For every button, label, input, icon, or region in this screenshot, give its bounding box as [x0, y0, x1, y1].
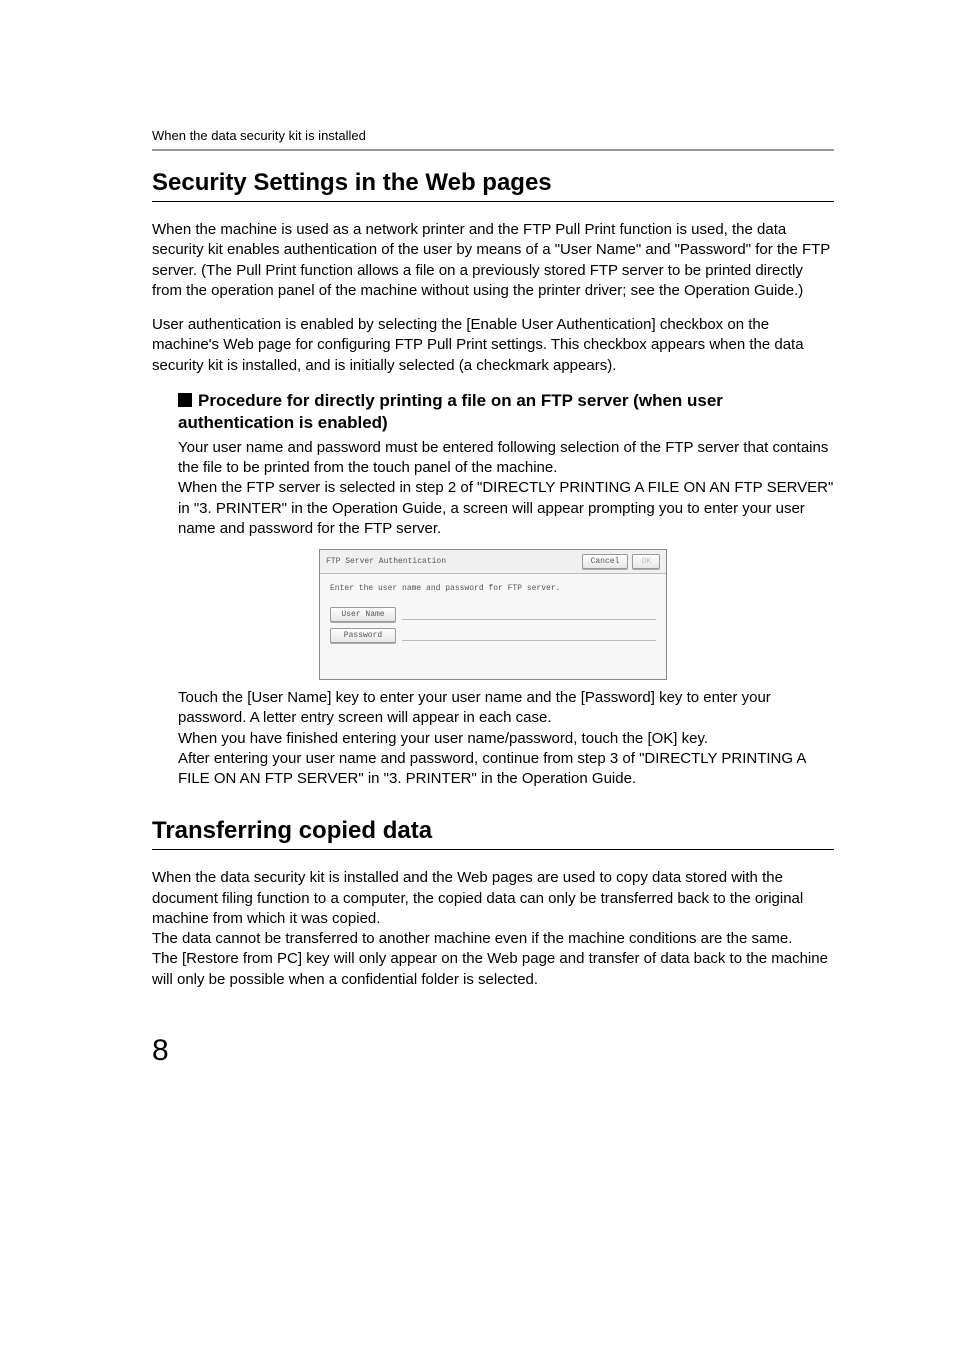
dialog-titlebar: FTP Server Authentication Cancel OK: [320, 550, 666, 574]
square-bullet-icon: [178, 393, 192, 407]
sub-para5: After entering your user name and passwo…: [178, 749, 834, 790]
section1-subheading: Procedure for directly printing a file o…: [152, 390, 834, 434]
password-field-line: [402, 630, 656, 641]
ftp-auth-dialog: FTP Server Authentication Cancel OK Ente…: [319, 549, 667, 680]
section2-para2: The data cannot be transferred to anothe…: [152, 929, 834, 949]
dialog-instruction: Enter the user name and password for FTP…: [330, 584, 656, 593]
running-head: When the data security kit is installed: [152, 128, 834, 143]
cancel-button[interactable]: Cancel: [582, 554, 629, 569]
sub-para4: When you have finished entering your use…: [178, 729, 834, 749]
section2-title: Transferring copied data: [152, 817, 834, 845]
user-name-button[interactable]: User Name: [330, 607, 396, 622]
section2-para3: The [Restore from PC] key will only appe…: [152, 949, 834, 990]
password-button[interactable]: Password: [330, 628, 396, 643]
sub-para3: Touch the [User Name] key to enter your …: [178, 688, 834, 729]
section1-para2: User authentication is enabled by select…: [152, 315, 834, 376]
ok-button[interactable]: OK: [632, 554, 660, 569]
section1-rule: [152, 201, 834, 202]
dialog-title: FTP Server Authentication: [326, 557, 578, 566]
sub-para1: Your user name and password must be ente…: [178, 438, 834, 479]
section1-subheading-text: Procedure for directly printing a file o…: [178, 391, 723, 432]
section2-rule: [152, 849, 834, 850]
dialog-body: Enter the user name and password for FTP…: [320, 574, 666, 679]
user-name-field-line: [402, 609, 656, 620]
section1-para1: When the machine is used as a network pr…: [152, 220, 834, 301]
section2-para1: When the data security kit is installed …: [152, 868, 834, 929]
sub-para2: When the FTP server is selected in step …: [178, 478, 834, 539]
page-number: 8: [152, 1034, 834, 1068]
running-head-rule: [152, 149, 834, 151]
section1-title: Security Settings in the Web pages: [152, 169, 834, 197]
